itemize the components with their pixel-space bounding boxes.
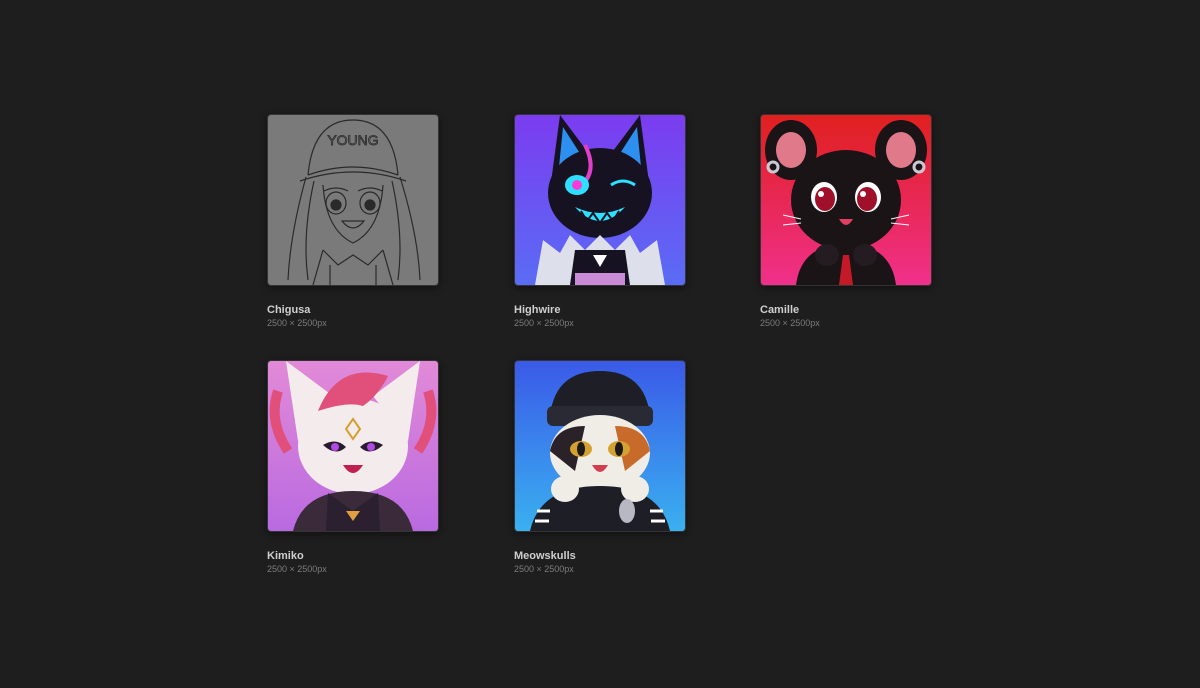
item-name: Camille — [760, 304, 800, 316]
black-mouse-portrait-icon — [761, 115, 931, 285]
white-fox-portrait-icon — [268, 361, 438, 531]
item-dimensions: 2500 × 2500px — [267, 564, 327, 574]
item-name: Meowskulls — [514, 550, 576, 562]
item-name: Highwire — [514, 304, 561, 316]
item-dimensions: 2500 × 2500px — [760, 318, 820, 328]
gallery-card-kimiko[interactable]: Kimiko 2500 × 2500px — [267, 360, 439, 575]
item-name: Kimiko — [267, 550, 304, 562]
thumbnail-chigusa[interactable]: YOUNG — [267, 114, 439, 286]
item-dimensions: 2500 × 2500px — [267, 318, 327, 328]
thumbnail-camille[interactable] — [760, 114, 932, 286]
gallery-card-chigusa[interactable]: YOUNG Chigusa 2500 × 2500px — [267, 114, 439, 329]
gallery-card-meowskulls[interactable]: Meowskulls 2500 × 2500px — [514, 360, 686, 575]
gallery-card-camille[interactable]: Camille 2500 × 2500px — [760, 114, 932, 329]
thumbnail-kimiko[interactable] — [267, 360, 439, 532]
calico-cat-beanie-portrait-icon — [515, 361, 685, 531]
black-cat-neon-portrait-icon — [515, 115, 685, 285]
gallery-card-highwire[interactable]: Highwire 2500 × 2500px — [514, 114, 686, 329]
item-dimensions: 2500 × 2500px — [514, 318, 574, 328]
thumbnail-highwire[interactable] — [514, 114, 686, 286]
avatar-gallery: YOUNG Chigusa 2500 × 2500px Highwire 250… — [0, 0, 1200, 688]
item-name: Chigusa — [267, 304, 311, 316]
sketch-girl-portrait-icon: YOUNG — [268, 115, 438, 285]
thumbnail-meowskulls[interactable] — [514, 360, 686, 532]
item-dimensions: 2500 × 2500px — [514, 564, 574, 574]
cap-text: YOUNG — [327, 132, 378, 148]
